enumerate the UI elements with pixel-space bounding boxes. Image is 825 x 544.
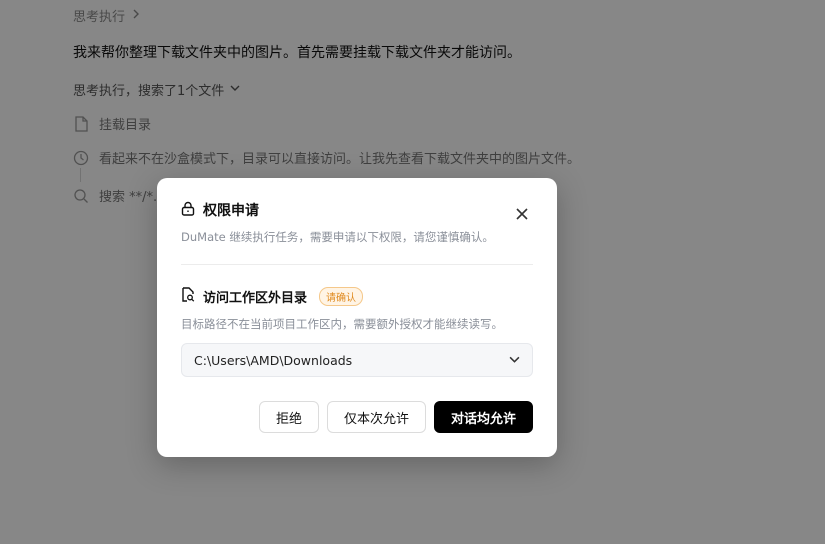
lock-icon xyxy=(181,201,195,220)
dialog-header: 权限申请 xyxy=(181,200,259,220)
allow-session-button[interactable]: 对话均允许 xyxy=(434,401,533,433)
path-select[interactable]: C:\Users\AMD\Downloads xyxy=(181,343,533,377)
dialog-title: 权限申请 xyxy=(203,203,259,219)
status-badge: 请确认 xyxy=(319,287,364,306)
permission-section-header: 访问工作区外目录 请确认 xyxy=(181,287,364,306)
divider xyxy=(181,264,533,265)
permission-dialog: 权限申请 DuMate 继续执行任务，需要申请以下权限，请您谨慎确认。 访问工作… xyxy=(157,178,557,457)
allow-once-button[interactable]: 仅本次允许 xyxy=(327,401,426,433)
permission-title: 访问工作区外目录 xyxy=(203,291,308,306)
reject-button[interactable]: 拒绝 xyxy=(259,401,319,433)
chevron-down-icon xyxy=(509,353,520,368)
dialog-subtitle: DuMate 继续执行任务，需要申请以下权限，请您谨慎确认。 xyxy=(181,230,494,244)
path-value: C:\Users\AMD\Downloads xyxy=(194,352,353,368)
permission-description: 目标路径不在当前项目工作区内，需要额外授权才能继续读写。 xyxy=(181,317,503,331)
close-icon[interactable] xyxy=(515,206,529,220)
folder-search-icon xyxy=(181,287,195,306)
